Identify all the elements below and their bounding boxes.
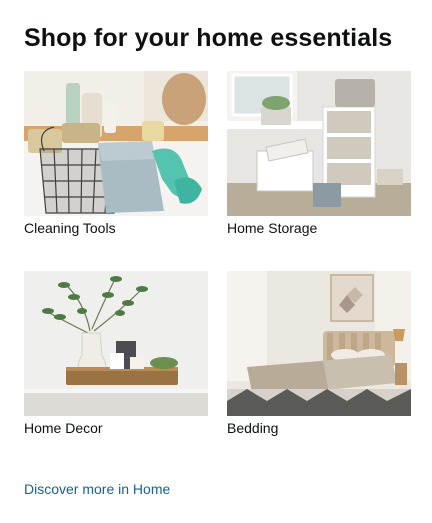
- tile-bedding[interactable]: Bedding: [227, 271, 411, 437]
- tile-home-storage[interactable]: Home Storage: [227, 71, 411, 237]
- home-decor-image[interactable]: [24, 271, 208, 416]
- discover-more-link[interactable]: Discover more in Home: [24, 481, 170, 497]
- home-essentials-card: Shop for your home essentials Cleaning T…: [0, 0, 432, 523]
- tile-cleaning-tools[interactable]: Cleaning Tools: [24, 71, 208, 237]
- tile-label[interactable]: Bedding: [227, 419, 411, 437]
- cleaning-tools-image[interactable]: [24, 71, 208, 216]
- tile-label[interactable]: Cleaning Tools: [24, 219, 208, 237]
- home-storage-image[interactable]: [227, 71, 411, 216]
- bedding-image[interactable]: [227, 271, 411, 416]
- tile-label[interactable]: Home Decor: [24, 419, 208, 437]
- card-title: Shop for your home essentials: [24, 24, 393, 52]
- tile-label[interactable]: Home Storage: [227, 219, 411, 237]
- tile-home-decor[interactable]: Home Decor: [24, 271, 208, 437]
